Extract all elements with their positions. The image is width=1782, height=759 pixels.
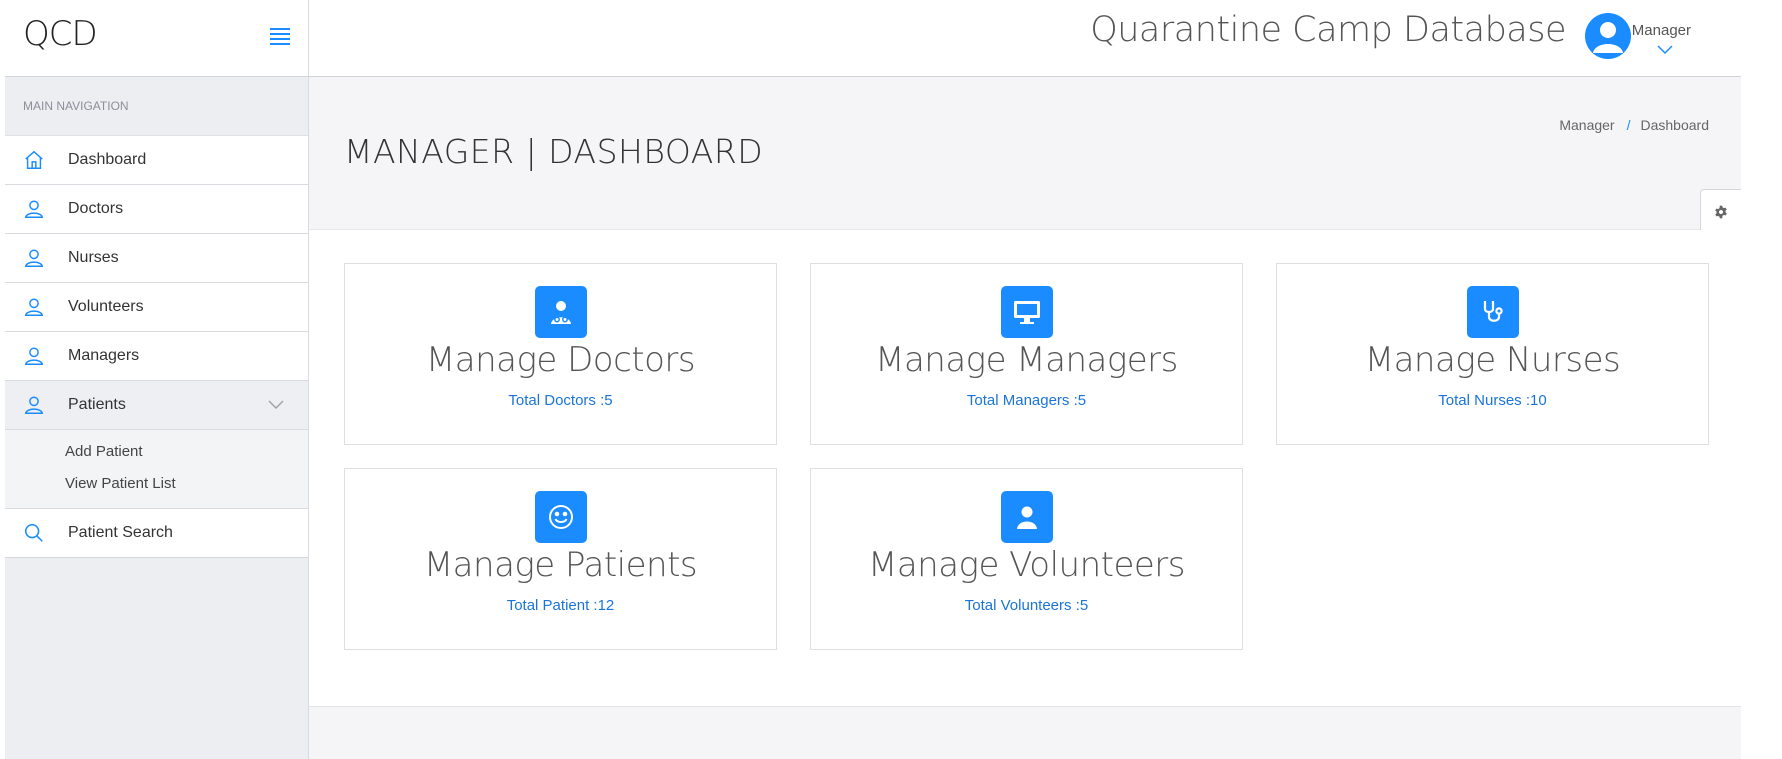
patients-submenu: Add Patient View Patient List xyxy=(5,430,308,509)
card-total-link[interactable]: Total Managers :5 xyxy=(811,392,1242,409)
submenu-item-add-patient[interactable]: Add Patient xyxy=(5,436,308,468)
sidebar-item-label: Doctors xyxy=(68,200,124,217)
breadcrumb-item-manager[interactable]: Manager xyxy=(1559,117,1614,133)
card-manage-doctors[interactable]: Manage Doctors Total Doctors :5 xyxy=(344,263,777,445)
app-root: QCD MAIN NAVIGATION Dashboard Doctors Nu… xyxy=(0,0,1741,759)
sidebar-item-patients[interactable]: Patients xyxy=(5,381,308,430)
breadcrumb-item-dashboard: Dashboard xyxy=(1640,117,1710,133)
monitor-icon xyxy=(1000,286,1053,338)
sidebar-item-volunteers[interactable]: Volunteers xyxy=(5,283,308,332)
card-title: Manage Volunteers xyxy=(867,545,1186,585)
user-icon xyxy=(20,293,48,321)
page-title: MANAGER | DASHBOARD xyxy=(344,132,764,171)
top-bar: Quarantine Camp Database Manager xyxy=(309,0,1741,77)
user-menu-name[interactable]: Manager xyxy=(1632,22,1691,39)
home-icon xyxy=(20,146,48,174)
card-total-link[interactable]: Total Volunteers :5 xyxy=(811,597,1242,614)
card-total-link[interactable]: Total Patient :12 xyxy=(345,597,776,614)
card-title: Manage Doctors xyxy=(425,340,696,380)
sidebar-item-label: Patients xyxy=(68,396,126,413)
sidebar-item-managers[interactable]: Managers xyxy=(5,332,308,381)
card-title: Manage Managers xyxy=(875,340,1178,380)
card-title: Manage Patients xyxy=(423,545,698,585)
app-title: Quarantine Camp Database xyxy=(1090,10,1566,50)
footer-area xyxy=(309,707,1741,759)
sidebar-item-patient-search[interactable]: Patient Search xyxy=(5,509,308,557)
card-total-link[interactable]: Total Doctors :5 xyxy=(345,392,776,409)
sidebar-item-label: Patient Search xyxy=(68,524,173,541)
user-icon xyxy=(20,391,48,419)
submenu-item-view-patient-list[interactable]: View Patient List xyxy=(5,468,308,500)
chevron-down-icon[interactable] xyxy=(1657,42,1673,60)
breadcrumb-separator: / xyxy=(1626,117,1631,133)
chevron-down-icon[interactable] xyxy=(268,397,284,415)
card-title: Manage Nurses xyxy=(1364,340,1621,380)
card-total-link[interactable]: Total Nurses :10 xyxy=(1277,392,1708,409)
dashboard-content: Manage Doctors Total Doctors :5 Manage M… xyxy=(309,230,1741,707)
card-manage-managers[interactable]: Manage Managers Total Managers :5 xyxy=(810,263,1243,445)
stethoscope-icon xyxy=(1466,286,1519,338)
user-icon xyxy=(20,195,48,223)
gear-icon xyxy=(1714,205,1728,224)
sidebar-item-nurses[interactable]: Nurses xyxy=(5,234,308,283)
sidebar-item-dashboard[interactable]: Dashboard xyxy=(5,136,308,185)
nav-list: Dashboard Doctors Nurses Volunteers Mana… xyxy=(5,136,308,558)
sidebar: QCD MAIN NAVIGATION Dashboard Doctors Nu… xyxy=(5,0,309,759)
sidebar-item-label: Volunteers xyxy=(68,298,144,315)
doctor-icon xyxy=(534,286,587,338)
user-icon xyxy=(20,244,48,272)
avatar[interactable] xyxy=(1585,13,1631,59)
sidebar-item-label: Managers xyxy=(68,347,140,364)
sidebar-item-label: Dashboard xyxy=(68,151,147,168)
page-margin xyxy=(1741,0,1782,759)
card-manage-patients[interactable]: Manage Patients Total Patient :12 xyxy=(344,468,777,650)
person-icon xyxy=(1000,491,1053,543)
user-icon xyxy=(20,342,48,370)
brand-bar: QCD xyxy=(5,0,308,77)
nav-section-header: MAIN NAVIGATION xyxy=(5,77,308,136)
page-header: MANAGER | DASHBOARD Manager / Dashboard xyxy=(309,77,1741,230)
menu-toggle-icon[interactable] xyxy=(270,28,290,45)
search-icon xyxy=(20,519,48,547)
brand-logo-text[interactable]: QCD xyxy=(23,14,98,54)
card-manage-nurses[interactable]: Manage Nurses Total Nurses :10 xyxy=(1276,263,1709,445)
sidebar-item-label: Nurses xyxy=(68,249,119,266)
breadcrumb: Manager / Dashboard xyxy=(1559,117,1709,133)
card-manage-volunteers[interactable]: Manage Volunteers Total Volunteers :5 xyxy=(810,468,1243,650)
smiley-icon xyxy=(534,491,587,543)
sidebar-item-doctors[interactable]: Doctors xyxy=(5,185,308,234)
